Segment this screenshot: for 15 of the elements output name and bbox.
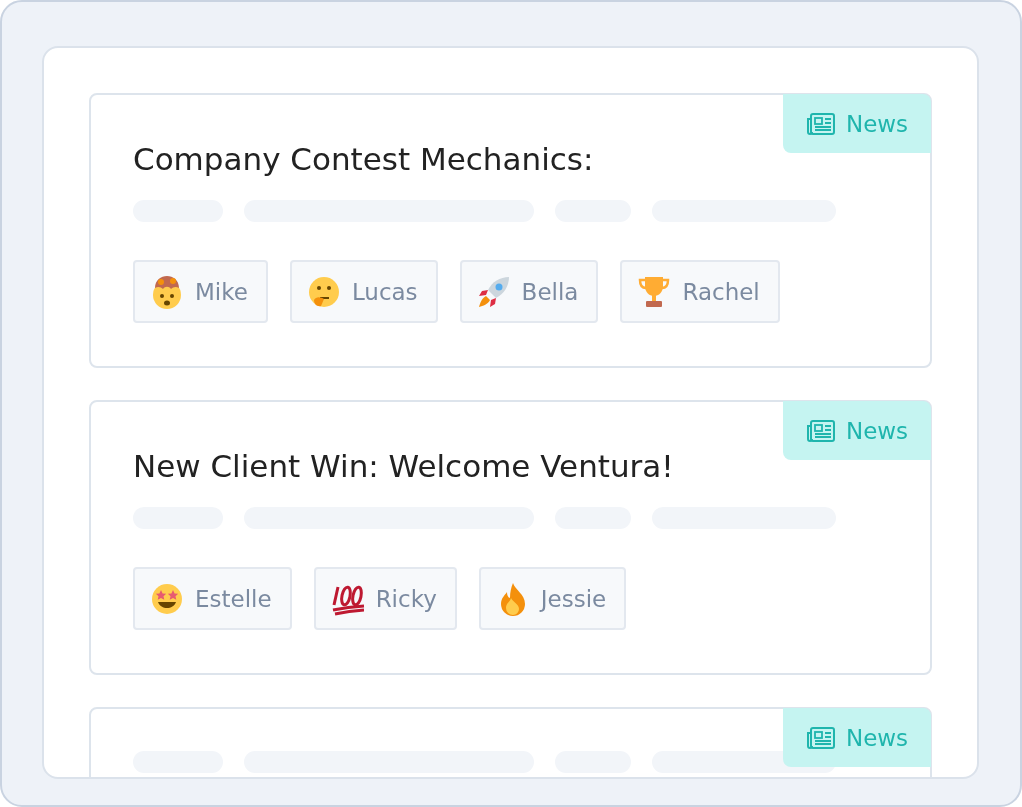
reaction-chip[interactable]: Mike (133, 260, 268, 323)
reaction-chip[interactable]: Ricky (313, 567, 457, 630)
newspaper-icon (805, 725, 836, 750)
tag-label: News (845, 417, 909, 444)
newspaper-icon (805, 111, 836, 136)
reaction-chip[interactable]: Bella (459, 260, 599, 323)
reaction-chip[interactable]: Lucas (289, 260, 438, 323)
reaction-chip[interactable]: Rachel (620, 260, 780, 323)
reaction-chip[interactable]: Jessie (478, 567, 627, 630)
tag-label: News (845, 724, 909, 751)
newspaper-icon (805, 418, 836, 443)
reaction-chip[interactable]: Estelle (133, 567, 292, 630)
card-title: New Client Win: Welcome Ventura! (133, 447, 675, 486)
tag-label: News (845, 110, 909, 137)
card-title: Company Contest Mechanics: (133, 140, 595, 179)
